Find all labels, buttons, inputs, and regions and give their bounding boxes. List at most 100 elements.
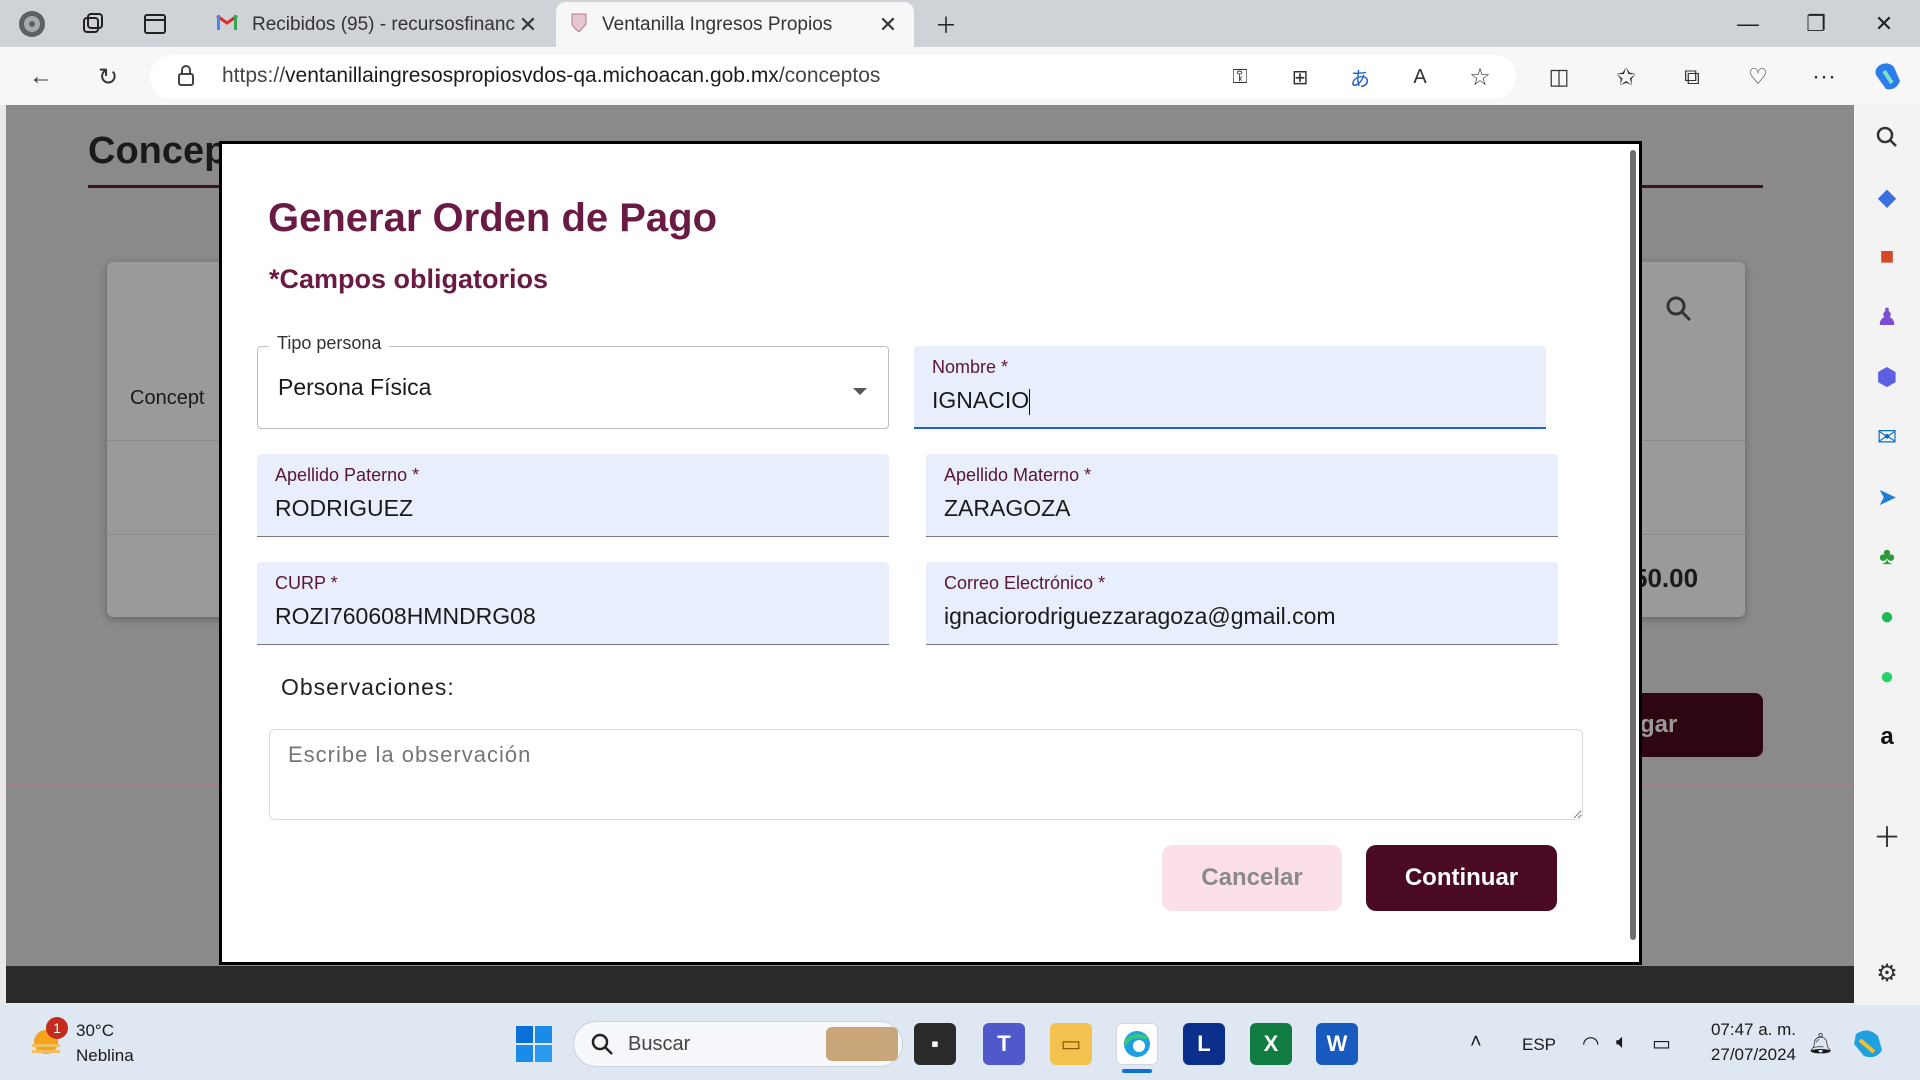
tools-icon[interactable]: ■ xyxy=(1866,236,1908,278)
wifi-icon[interactable]: ◠ xyxy=(1582,1031,1599,1056)
total-amount: 50.00 xyxy=(1633,563,1699,593)
favorite-star-icon[interactable]: ☆ xyxy=(1459,56,1501,98)
games-icon[interactable]: ♟ xyxy=(1866,296,1908,338)
favorites-icon[interactable]: ✩ xyxy=(1605,56,1647,98)
page-title: Concep xyxy=(88,130,228,172)
copilot-icon[interactable] xyxy=(1867,56,1909,98)
tab-label: Ventanilla Ingresos Propios xyxy=(602,13,833,35)
restore-icon[interactable]: ❐ xyxy=(1782,0,1850,47)
search-icon[interactable] xyxy=(1866,116,1908,158)
minimize-icon[interactable]: — xyxy=(1714,0,1782,47)
edge-icon[interactable] xyxy=(1116,1023,1158,1065)
url-text[interactable]: https://ventanillaingresospropiosvdos-qa… xyxy=(222,64,880,88)
add-sidebar-item-icon[interactable]: ＋ xyxy=(1866,815,1908,857)
tipo-persona-value: Persona Física xyxy=(278,374,432,400)
weather-badge: 1 xyxy=(46,1017,68,1039)
key-icon[interactable]: ⚿ xyxy=(1219,56,1261,98)
observaciones-textarea[interactable] xyxy=(269,729,1583,820)
apellido-materno-label: Apellido Materno * xyxy=(944,465,1092,485)
close-tab-icon[interactable]: ✕ xyxy=(516,12,540,38)
l-app-icon[interactable]: L xyxy=(1183,1023,1225,1065)
amazon-icon[interactable]: a xyxy=(1866,716,1908,758)
teams-icon[interactable]: T xyxy=(983,1023,1025,1065)
more-options-icon[interactable]: ··· xyxy=(1803,56,1845,98)
tab-gmail[interactable]: Recibidos (95) - recursosfinancier ✕ xyxy=(202,2,554,47)
file-explorer-icon[interactable]: ▭ xyxy=(1050,1023,1092,1065)
shopping-tag-icon[interactable]: ◆ xyxy=(1866,176,1908,218)
apellido-materno-value: ZARAGOZA xyxy=(944,495,1071,521)
clock-time[interactable]: 07:47 a. m. xyxy=(1704,1020,1796,1040)
apellido-paterno-label: Apellido Paterno * xyxy=(275,465,420,485)
volume-icon[interactable]: 🔈︎ xyxy=(1616,1031,1628,1054)
url-host: ventanillaingresospropiosvdos-qa.michoac… xyxy=(285,64,779,87)
url-path: /conceptos xyxy=(778,64,881,87)
tipo-persona-label: Tipo persona xyxy=(269,333,390,354)
concept-column-header: Concept xyxy=(130,387,205,409)
curp-label: CURP * xyxy=(275,573,338,593)
pay-button-label: gar xyxy=(1640,711,1678,738)
dropdown-arrow-icon[interactable] xyxy=(852,384,868,402)
copilot-taskbar-icon[interactable] xyxy=(1850,1026,1886,1067)
battery-icon[interactable]: ▭ xyxy=(1652,1031,1671,1056)
dialog-scrollbar[interactable] xyxy=(1630,150,1636,940)
outlook-icon[interactable]: ✉ xyxy=(1866,416,1908,458)
word-icon[interactable]: W xyxy=(1316,1023,1358,1065)
correo-value: ignaciorodriguezzaragoza@gmail.com xyxy=(944,603,1336,629)
search-icon[interactable] xyxy=(1665,295,1693,330)
spotify-icon[interactable]: ● xyxy=(1866,596,1908,638)
language-indicator[interactable]: ESP xyxy=(1522,1035,1556,1055)
search-icon xyxy=(590,1032,614,1061)
refresh-icon[interactable]: ↻ xyxy=(87,56,129,98)
required-fields-note: *Campos obligatorios xyxy=(269,264,549,294)
apellido-paterno-value: RODRIGUEZ xyxy=(275,495,413,521)
continue-button-label: Continuar xyxy=(1404,864,1519,891)
gmail-icon xyxy=(216,13,238,37)
taskbar xyxy=(0,1005,1920,1080)
back-icon[interactable]: ← xyxy=(20,56,62,98)
file-explorer-dark-icon[interactable]: ▪ xyxy=(914,1023,956,1065)
search-highlight-image xyxy=(826,1027,898,1061)
site-favicon xyxy=(570,12,588,38)
translate-icon[interactable]: あ xyxy=(1339,56,1381,98)
apps-icon[interactable]: ⊞ xyxy=(1279,56,1321,98)
cancel-button[interactable]: Cancelar xyxy=(1162,845,1342,911)
split-screen-icon[interactable]: ◫ xyxy=(1538,56,1580,98)
lock-icon[interactable] xyxy=(176,64,196,93)
nombre-text: IGNACIO xyxy=(932,387,1030,413)
clock-date[interactable]: 27/07/2024 xyxy=(1702,1045,1796,1065)
weather-temp: 30°C xyxy=(76,1021,114,1040)
tab-ventanilla[interactable]: Ventanilla Ingresos Propios ✕ xyxy=(556,2,914,47)
nombre-label: Nombre * xyxy=(932,357,1009,377)
observaciones-label: Observaciones: xyxy=(281,674,455,700)
notification-bell-icon[interactable]: 🔔︎ xyxy=(1808,1031,1833,1056)
show-hidden-icons-chevron-icon[interactable]: ˄ xyxy=(1470,1031,1482,1054)
page-footer xyxy=(6,966,1854,1003)
windows-start-icon[interactable] xyxy=(515,1025,553,1068)
send-icon[interactable]: ➤ xyxy=(1866,476,1908,518)
weather-desc: Neblina xyxy=(76,1046,134,1065)
close-tab-icon[interactable]: ✕ xyxy=(876,12,900,38)
text-cursor xyxy=(1029,388,1031,415)
active-app-indicator xyxy=(1122,1069,1152,1073)
cancel-button-label: Cancelar xyxy=(1201,864,1303,891)
tab-label: Recibidos (95) - recursosfinancier xyxy=(252,13,516,35)
workspaces-icon[interactable] xyxy=(73,4,113,44)
microsoft-365-icon[interactable]: ⬢ xyxy=(1866,356,1908,398)
tree-icon[interactable]: ♣ xyxy=(1866,536,1908,578)
read-aloud-icon[interactable]: A xyxy=(1399,56,1441,98)
collections-icon[interactable]: ⧉ xyxy=(1671,56,1713,98)
vertical-tabs-icon[interactable] xyxy=(135,4,175,44)
browser-essentials-icon[interactable]: ♡ xyxy=(1737,56,1779,98)
whatsapp-icon[interactable]: ● xyxy=(1866,656,1908,698)
settings-gear-icon[interactable]: ⚙ xyxy=(1866,952,1908,994)
continue-button[interactable]: Continuar xyxy=(1366,845,1557,911)
url-prefix: https:// xyxy=(222,64,286,87)
close-window-icon[interactable]: ✕ xyxy=(1850,0,1918,47)
excel-icon[interactable]: X xyxy=(1250,1023,1292,1065)
dialog-title: Generar Orden de Pago xyxy=(268,196,718,240)
taskbar-search-placeholder: Buscar xyxy=(628,1033,691,1055)
profile-icon[interactable] xyxy=(12,4,52,44)
new-tab-icon[interactable]: ＋ xyxy=(926,4,966,44)
nombre-value: IGNACIO xyxy=(932,387,1031,415)
curp-value: ROZI760608HMNDRG08 xyxy=(275,603,536,629)
